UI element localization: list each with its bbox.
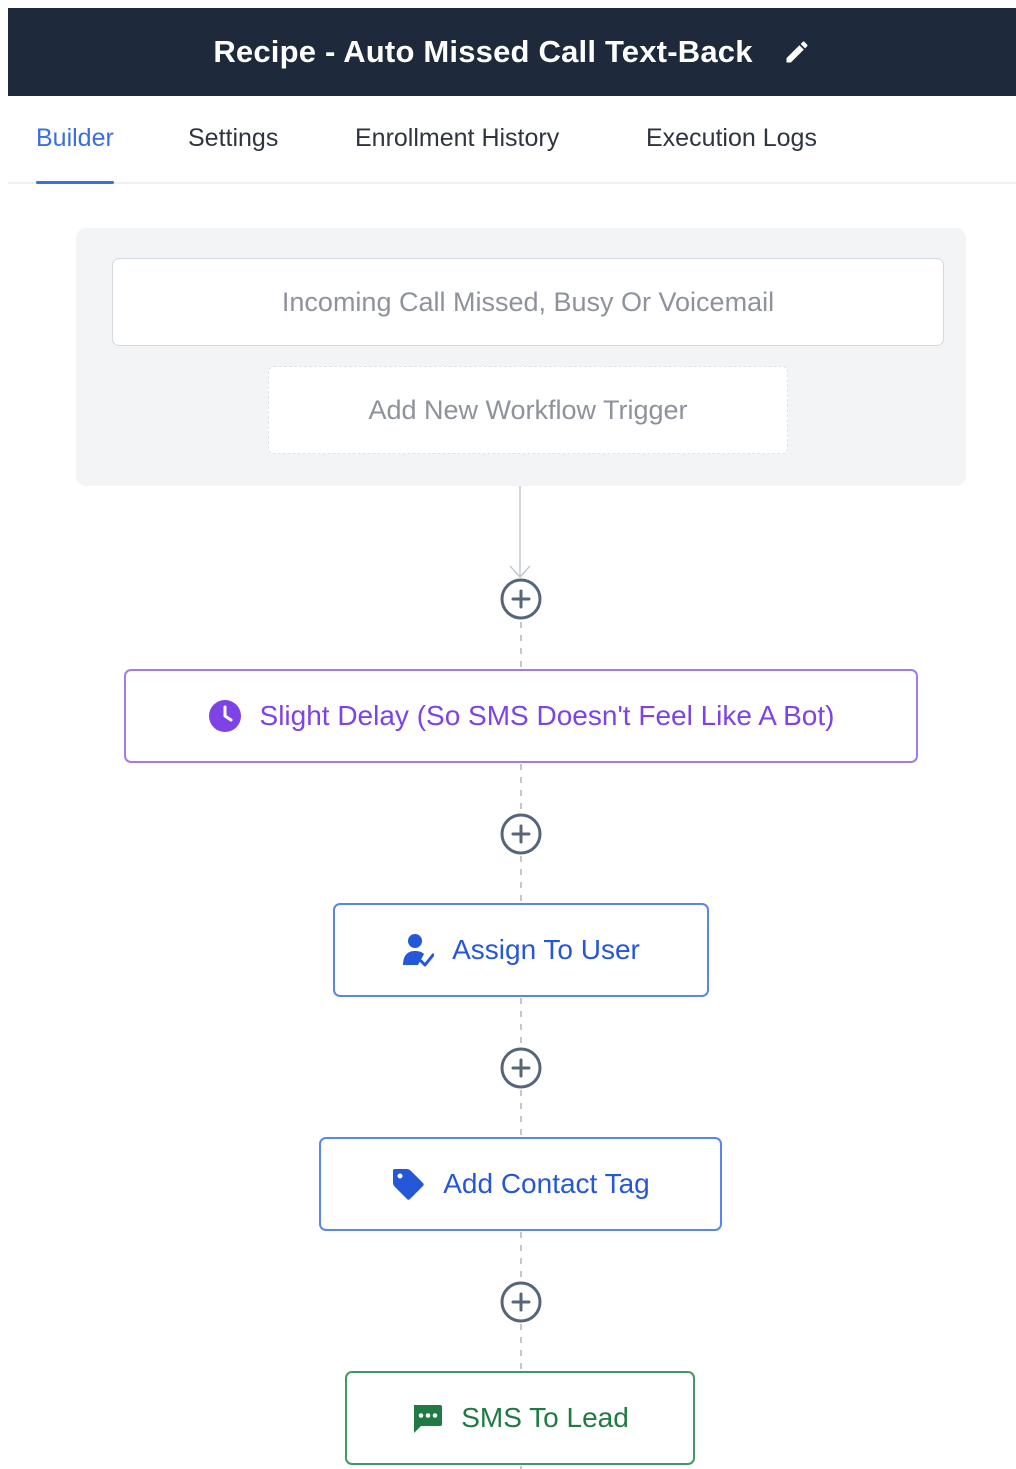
action-sms-to-lead[interactable]: SMS To Lead: [345, 1371, 695, 1465]
plus-circle-icon: [500, 1047, 542, 1089]
plus-circle-icon: [500, 813, 542, 855]
add-step-button[interactable]: [500, 1047, 542, 1089]
plus-circle-icon: [500, 578, 542, 620]
action-assign-to-user[interactable]: Assign To User: [333, 903, 709, 997]
action-label: Assign To User: [452, 934, 640, 965]
sms-icon: [411, 1402, 443, 1434]
action-label: SMS To Lead: [461, 1402, 629, 1433]
add-step-button[interactable]: [500, 813, 542, 855]
action-add-contact-tag[interactable]: Add Contact Tag: [319, 1137, 722, 1231]
plus-circle-icon: [500, 1281, 542, 1323]
action-label: Add Contact Tag: [443, 1168, 650, 1199]
tag-icon: [391, 1167, 425, 1201]
action-label: Slight Delay (So SMS Doesn't Feel Like A…: [259, 700, 835, 731]
user-assign-icon: [402, 933, 435, 967]
action-slight-delay[interactable]: Slight Delay (So SMS Doesn't Feel Like A…: [124, 669, 918, 763]
add-step-button[interactable]: [500, 578, 542, 620]
clock-icon: [208, 699, 242, 733]
add-step-button[interactable]: [500, 1281, 542, 1323]
